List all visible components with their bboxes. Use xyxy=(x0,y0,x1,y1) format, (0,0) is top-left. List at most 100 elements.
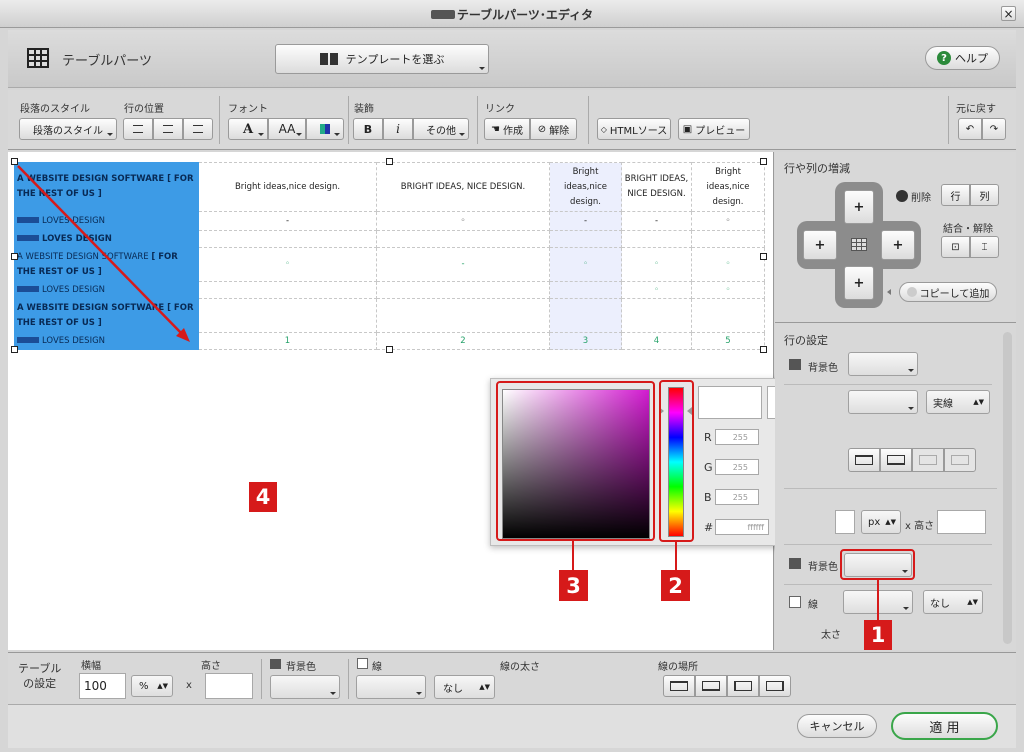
table-cell[interactable]: ◦ xyxy=(691,247,765,282)
table-cell[interactable]: - xyxy=(621,211,692,231)
row-border-right-button[interactable] xyxy=(944,448,976,472)
table-cell[interactable] xyxy=(376,281,550,299)
font-color-button[interactable] xyxy=(306,118,344,140)
table-border-horizontal-button[interactable] xyxy=(695,675,727,697)
table-cell[interactable]: 2 xyxy=(376,332,550,350)
add-row-above-button[interactable]: + xyxy=(844,190,874,224)
g-input[interactable]: 255 xyxy=(715,459,759,475)
resize-handle[interactable] xyxy=(386,346,393,353)
table-cell[interactable] xyxy=(621,298,692,333)
add-col-right-button[interactable]: + xyxy=(881,230,915,260)
add-row-below-button[interactable]: + xyxy=(844,266,874,300)
undo-button[interactable]: ↶ xyxy=(958,118,982,140)
close-button[interactable]: × xyxy=(1001,6,1016,21)
split-button[interactable]: ⌶ xyxy=(970,236,999,258)
table-cell[interactable]: ◦ xyxy=(621,281,692,299)
table-cell[interactable]: ◦ xyxy=(198,247,377,282)
delete-col-button[interactable]: 列 xyxy=(970,184,999,206)
resize-handle[interactable] xyxy=(760,253,767,260)
table-border-all-button[interactable] xyxy=(759,675,791,697)
table-cell[interactable] xyxy=(376,230,550,248)
table-cell[interactable] xyxy=(621,230,692,248)
merge-button[interactable]: ⊡ xyxy=(941,236,970,258)
table-cell[interactable]: 1 xyxy=(198,332,377,350)
font-button[interactable]: A xyxy=(228,118,268,140)
table-cell[interactable]: BRIGHT IDEAS, NICE DESIGN. xyxy=(621,162,692,212)
table-cell[interactable] xyxy=(549,230,622,248)
scrollbar[interactable] xyxy=(1003,332,1012,644)
template-button[interactable]: テンプレートを選ぶ xyxy=(275,44,489,74)
thickness-label: 太さ xyxy=(821,630,841,641)
table-cell[interactable]: Bright ideas,nice design. xyxy=(691,162,765,212)
table-cell[interactable]: 3 xyxy=(549,332,622,350)
table-cell[interactable]: 5 xyxy=(691,332,765,350)
line-style-select[interactable]: なし ▲▼ xyxy=(923,590,983,614)
table-cell[interactable]: ◦ xyxy=(621,247,692,282)
align-right-button[interactable] xyxy=(183,118,213,140)
row-border-left-button[interactable] xyxy=(912,448,944,472)
apply-button[interactable]: 適 用 xyxy=(891,712,998,740)
unit-select[interactable]: px ▲▼ xyxy=(861,510,901,534)
table-cell[interactable]: ◦ xyxy=(376,211,550,231)
resize-handle[interactable] xyxy=(760,346,767,353)
bold-button[interactable]: B xyxy=(353,118,383,140)
table-cell[interactable]: - xyxy=(376,247,550,282)
cell-height-input[interactable] xyxy=(937,510,986,534)
resize-handle[interactable] xyxy=(760,158,767,165)
preview-button[interactable]: ▣ プレビュー xyxy=(678,118,750,140)
link-remove-button[interactable]: ⊘ 解除 xyxy=(530,118,577,140)
table-cell[interactable]: Bright ideas,nice design. xyxy=(549,162,622,212)
table-width-input[interactable]: 100 xyxy=(79,673,126,699)
table-line-style-select[interactable]: なし ▲▼ xyxy=(434,675,495,699)
hex-input[interactable]: ffffff xyxy=(715,519,769,535)
redo-button[interactable]: ↷ xyxy=(982,118,1006,140)
italic-button[interactable]: i xyxy=(383,118,413,140)
help-button[interactable]: ? ヘルプ xyxy=(925,46,1000,70)
row-line-color-select[interactable] xyxy=(848,390,918,414)
table-cell[interactable]: 4 xyxy=(621,332,692,350)
row-line-style-select[interactable]: 実線 ▲▼ xyxy=(926,390,990,414)
row-border-top-button[interactable] xyxy=(848,448,880,472)
link-create-button[interactable]: ☚ 作成 xyxy=(484,118,530,140)
table-cell[interactable]: - xyxy=(198,211,377,231)
cancel-button[interactable]: キャンセル xyxy=(797,714,877,738)
table-height-input[interactable] xyxy=(205,673,253,699)
table-cell[interactable] xyxy=(549,298,622,333)
table-cell[interactable]: ◦ xyxy=(691,211,765,231)
table-cell[interactable] xyxy=(549,281,622,299)
b-input[interactable]: 255 xyxy=(715,489,759,505)
table-cell[interactable]: - xyxy=(549,211,622,231)
row-border-bottom-button[interactable] xyxy=(880,448,912,472)
table-cell[interactable] xyxy=(198,281,377,299)
line-checkbox[interactable] xyxy=(789,596,801,608)
paragraph-style-button[interactable]: 段落のスタイル xyxy=(19,118,117,140)
table-line-checkbox[interactable] xyxy=(357,658,368,669)
table-width-unit-select[interactable]: % ▲▼ xyxy=(131,675,173,697)
table-cell[interactable] xyxy=(691,298,765,333)
row-bg-color-select[interactable] xyxy=(848,352,918,376)
table-cell[interactable]: BRIGHT IDEAS, NICE DESIGN. xyxy=(376,162,550,212)
table-cell[interactable] xyxy=(691,230,765,248)
table-width-unit-value: % xyxy=(139,680,149,692)
table-line-color-select[interactable] xyxy=(356,675,426,699)
add-col-left-button[interactable]: + xyxy=(803,230,837,260)
copy-add-button[interactable]: コピーして追加 xyxy=(899,282,997,302)
align-left-button[interactable] xyxy=(123,118,153,140)
r-input[interactable]: 255 xyxy=(715,429,759,445)
table-cell[interactable]: ◦ xyxy=(549,247,622,282)
table-bg-color-select[interactable] xyxy=(270,675,340,699)
table-border-outer-button[interactable] xyxy=(663,675,695,697)
table-cell[interactable]: ◦ xyxy=(691,281,765,299)
align-center-button[interactable] xyxy=(153,118,183,140)
html-source-button[interactable]: ◇ HTMLソース xyxy=(597,118,671,140)
table-border-vertical-button[interactable] xyxy=(727,675,759,697)
other-button[interactable]: その他 xyxy=(413,118,469,140)
cell-width-input[interactable] xyxy=(835,510,855,534)
table-cell[interactable] xyxy=(198,230,377,248)
resize-handle[interactable] xyxy=(386,158,393,165)
table-cell[interactable] xyxy=(198,298,377,333)
table-cell[interactable]: Bright ideas,nice design. xyxy=(198,162,377,212)
delete-row-button[interactable]: 行 xyxy=(941,184,970,206)
table-cell[interactable] xyxy=(376,298,550,333)
font-size-button[interactable]: AA xyxy=(268,118,306,140)
